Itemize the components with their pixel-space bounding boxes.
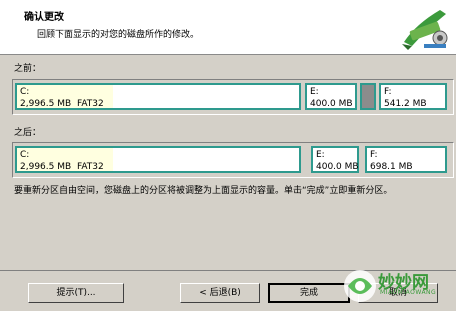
- partition-name: F:: [370, 150, 378, 160]
- partition-fs: FAT32: [77, 162, 104, 172]
- partition-size: 541.2 MB: [384, 99, 427, 109]
- watermark-url: MIAOMIAOWANG: [380, 289, 437, 296]
- hint-button[interactable]: 提示(T)...: [28, 283, 124, 303]
- partition-name: E:: [316, 150, 325, 160]
- partition-e-after[interactable]: E: 400.0 MB: [311, 146, 359, 173]
- partition-fs: FAT32: [77, 99, 104, 109]
- partition-size: 2,996.5 MB: [20, 99, 72, 109]
- page-title: 确认更改: [24, 12, 64, 23]
- partition-size: 400.0 MB: [316, 162, 359, 172]
- wizard-header: 确认更改 回顾下面显示的对您的磁盘所作的修改。: [0, 0, 456, 55]
- partition-e-before[interactable]: E: 400.0 MB: [305, 83, 357, 110]
- wizard-body: 之前： C: 2,996.5 MB FAT32 E: 400.0 MB F: 5…: [0, 55, 456, 255]
- partition-name: F:: [384, 87, 392, 97]
- page-subtitle: 回顾下面显示的对您的磁盘所作的修改。: [37, 30, 200, 40]
- before-label: 之前：: [14, 64, 42, 74]
- partition-name: C:: [20, 87, 30, 97]
- wrench-tools-icon: [402, 10, 448, 50]
- partition-name: C:: [20, 150, 30, 160]
- description-text: 要重新分区自由空间，您磁盘上的分区将被调整为上面显示的容量。单击“完成”立即重新…: [14, 186, 393, 196]
- partition-size: 2,996.5 MB: [20, 162, 72, 172]
- partition-f-after[interactable]: F: 698.1 MB: [365, 146, 447, 173]
- unallocated-space[interactable]: [360, 83, 376, 110]
- partition-size: 400.0 MB: [310, 99, 353, 109]
- partition-f-before[interactable]: F: 541.2 MB: [379, 83, 447, 110]
- disk-map-after: C: 2,996.5 MB FAT32 E: 400.0 MB F: 698.1…: [12, 142, 454, 178]
- after-label: 之后：: [14, 128, 42, 138]
- partition-c-before[interactable]: C: 2,996.5 MB FAT32: [15, 83, 301, 110]
- partition-size: 698.1 MB: [370, 162, 413, 172]
- disk-map-before: C: 2,996.5 MB FAT32 E: 400.0 MB F: 541.2…: [12, 79, 454, 115]
- back-button[interactable]: < 后退(B): [180, 283, 260, 303]
- partition-c-after[interactable]: C: 2,996.5 MB FAT32: [15, 146, 301, 173]
- partition-name: E:: [310, 87, 319, 97]
